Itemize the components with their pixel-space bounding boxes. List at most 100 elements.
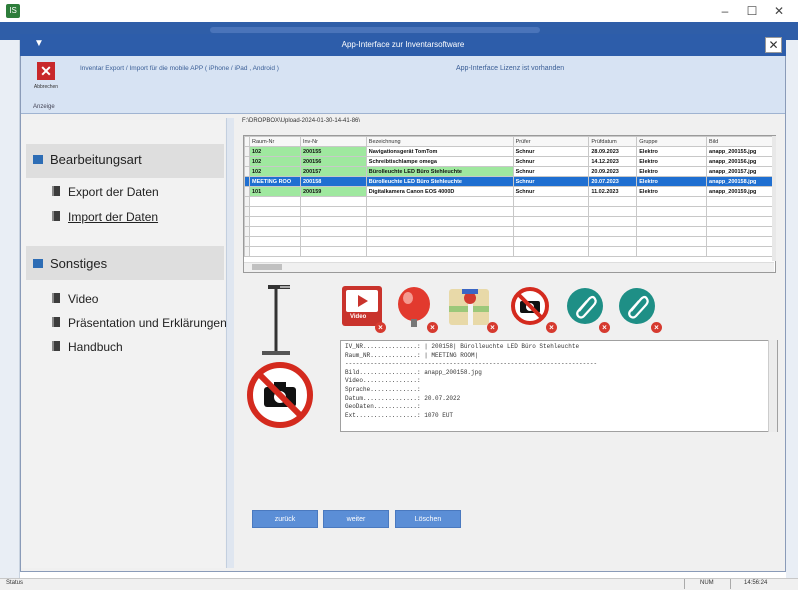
info-line: Video...............: (345, 377, 425, 385)
table-horizontal-scrollbar[interactable] (244, 262, 774, 272)
cell-bild[interactable]: anapp_200155.jpg (706, 146, 775, 157)
app-titlebar (0, 0, 798, 22)
cell-bezeichnung[interactable]: Bürolleuchte LED Büro Stehleuchte (365, 176, 514, 187)
cell-bezeichnung[interactable]: Navigationsgerät TomTom (365, 146, 514, 157)
column-header[interactable]: Bild (706, 136, 775, 147)
nav-item-handbuch[interactable]: Handbuch (68, 340, 123, 354)
cell-pruefdatum[interactable]: 20.09.2023 (588, 166, 638, 177)
table-row-empty (244, 206, 775, 217)
cell-inv[interactable]: 200157 (299, 166, 367, 177)
cell-inv[interactable]: 200155 (299, 146, 367, 157)
cell-pruefdatum[interactable]: 20.07.2023 (588, 176, 638, 187)
cell-bild[interactable]: anapp_200157.jpg (706, 166, 775, 177)
cell-pruefer[interactable]: Schnur (512, 146, 590, 157)
cell-bild[interactable]: anapp_200158.jpg (706, 176, 775, 187)
delete-photo-icon[interactable]: × (546, 322, 557, 333)
cell-bild[interactable]: anapp_200159.jpg (706, 186, 775, 197)
info-line: ----------------------------------------… (345, 360, 598, 368)
cell-inv[interactable]: 200159 (299, 186, 367, 197)
microphone-icon[interactable] (394, 286, 434, 328)
table-row-empty (244, 226, 775, 237)
cell-inv[interactable]: 200156 (299, 156, 367, 167)
nav-item-import[interactable]: Import der Daten (68, 210, 158, 224)
cell-pruefer[interactable]: Schnur (512, 186, 590, 197)
column-header[interactable]: Prüfer (512, 136, 590, 147)
column-header[interactable]: Inv-Nr (299, 136, 367, 147)
nav-item-praesentation[interactable]: Präsentation und Erklärungen (68, 316, 227, 330)
cell-gruppe[interactable]: Elektro (636, 186, 708, 197)
details-scrollbar[interactable] (768, 340, 777, 432)
next-button[interactable]: weiter (323, 510, 389, 528)
delete-location-icon[interactable]: × (487, 322, 498, 333)
cell-bezeichnung[interactable]: Digitalkamera Canon EOS 4000D (365, 186, 514, 197)
cell-gruppe[interactable]: Elektro (636, 166, 708, 177)
maximize-button[interactable]: ☐ (741, 2, 763, 20)
column-header[interactable]: Prüfdatum (588, 136, 638, 147)
cell-gruppe[interactable]: Elektro (636, 146, 708, 157)
cell-raum[interactable]: MEETING ROO (249, 176, 301, 187)
column-header[interactable]: Bezeichnung (365, 136, 514, 147)
back-button[interactable]: zurück (252, 510, 318, 528)
delete-attachment-icon[interactable]: × (599, 322, 610, 333)
minimize-button[interactable]: – (714, 2, 736, 20)
cell-bezeichnung[interactable]: Bürolleuchte LED Büro Stehleuchte (365, 166, 514, 177)
dialog-close-button[interactable]: ✕ (765, 37, 782, 53)
cell-bezeichnung[interactable]: Schreibtischlampe omega (365, 156, 514, 167)
info-line: GeoDaten............: (345, 403, 425, 411)
document-icon (52, 317, 60, 327)
cell-pruefer[interactable]: Schnur (512, 166, 590, 177)
column-header[interactable]: Gruppe (636, 136, 708, 147)
dialog-menu-icon[interactable]: ▼ (34, 38, 44, 49)
cell-pruefdatum[interactable]: 14.12.2023 (588, 156, 638, 167)
cell-inv[interactable]: 200158 (299, 176, 367, 187)
no-photo-small-icon[interactable] (510, 286, 550, 326)
table-row[interactable]: 102 200156 Schreibtischlampe omega Schnu… (244, 156, 775, 167)
dialog-title: App-Interface zur Inventarsoftware (20, 34, 786, 56)
document-icon (52, 211, 60, 221)
nav-item-export[interactable]: Export der Daten (68, 185, 159, 199)
nav-item-video[interactable]: Video (68, 292, 98, 306)
cell-gruppe[interactable]: Elektro (636, 156, 708, 167)
item-photo (262, 285, 290, 355)
cell-pruefer[interactable]: Schnur (512, 156, 590, 167)
data-grid[interactable]: Raum-Nr Inv-Nr Bezeichnung Prüfer Prüfda… (244, 136, 775, 257)
video-label: Video (350, 314, 367, 320)
info-line: Datum...............: 20.07.2022 (345, 394, 461, 402)
table-vertical-scrollbar[interactable] (772, 136, 776, 261)
cell-pruefdatum[interactable]: 11.02.2023 (588, 186, 638, 197)
attachment-icon[interactable] (618, 287, 656, 325)
table-row[interactable]: 102 200155 Navigationsgerät TomTom Schnu… (244, 146, 775, 157)
delete-attachment-icon[interactable]: × (651, 322, 662, 333)
app-close-button[interactable]: ✕ (768, 2, 790, 20)
cell-raum[interactable]: 101 (249, 186, 301, 197)
table-row-empty (244, 236, 775, 247)
cell-raum[interactable]: 102 (249, 146, 301, 157)
table-row[interactable]: 101 200159 Digitalkamera Canon EOS 4000D… (244, 186, 775, 197)
attachment-icon[interactable] (566, 287, 604, 325)
cell-bild[interactable]: anapp_200156.jpg (706, 156, 775, 167)
scrollbar-thumb[interactable] (252, 264, 282, 270)
item-details-text[interactable]: IV_NR...............: | 200158| Bürolleu… (340, 340, 778, 432)
panel-splitter[interactable] (226, 118, 234, 568)
app-ribbon-text (210, 27, 540, 33)
cell-raum[interactable]: 102 (249, 156, 301, 167)
delete-video-icon[interactable]: × (375, 322, 386, 333)
table-row[interactable]: 102 200157 Bürolleuchte LED Büro Stehleu… (244, 166, 775, 177)
table-row-selected[interactable]: MEETING ROO 200158 Bürolleuchte LED Büro… (244, 176, 775, 187)
cell-raum[interactable]: 102 (249, 166, 301, 177)
status-divider (730, 579, 731, 589)
map-icon[interactable] (448, 286, 490, 328)
cell-pruefdatum[interactable]: 28.09.2023 (588, 146, 638, 157)
delete-audio-icon[interactable]: × (427, 322, 438, 333)
cell-pruefer[interactable]: Schnur (512, 176, 590, 187)
cancel-icon[interactable]: ✕ (37, 62, 55, 80)
table-row-empty (244, 196, 775, 207)
info-line: Bild................: anapp_200158.jpg (345, 368, 482, 376)
delete-button[interactable]: Löschen (395, 510, 461, 528)
import-table[interactable]: Raum-Nr Inv-Nr Bezeichnung Prüfer Prüfda… (243, 135, 776, 273)
cell-gruppe[interactable]: Elektro (636, 176, 708, 187)
app-left-strip (0, 40, 20, 580)
info-line: Raum_NR.............: | MEETING ROOM| (345, 351, 479, 359)
info-line: Ext.................: 1070 EUT (345, 411, 454, 419)
column-header[interactable]: Raum-Nr (249, 136, 301, 147)
